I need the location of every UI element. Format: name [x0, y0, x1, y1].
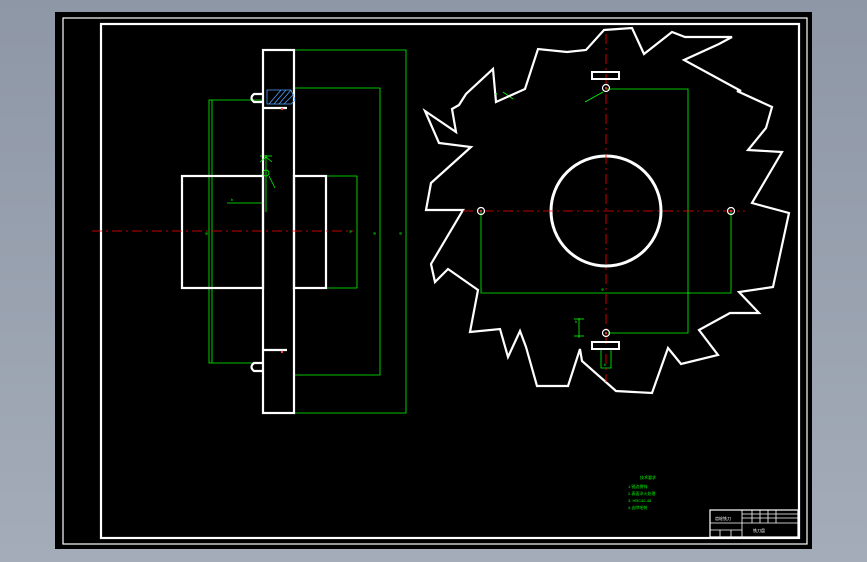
title-block-drawing-name: 铣刀盘	[753, 527, 765, 533]
bolt-hole-bottom-center	[605, 332, 607, 334]
technical-notes: 技术要求 1.锐边倒钝. 2.表面淬火处理. 3. HRC42-48 4.去除毛…	[628, 474, 656, 510]
cutter-disk-profile	[261, 48, 296, 415]
hub-left	[180, 174, 265, 290]
marker-top	[280, 107, 284, 111]
notes-title: 技术要求	[640, 474, 656, 480]
cad-drawing: Φ Φ Φ Φ b Φ h b α 技术要求 1.锐边倒钝. 2.表面淬火处理.…	[62, 17, 808, 545]
front-dim-label-keyh: h	[575, 319, 577, 324]
dim-line-mid	[295, 87, 381, 376]
bolt-hole-right-center	[730, 210, 732, 212]
dim-label-hub: Φ	[348, 230, 353, 233]
dim-label-mid: Φ	[372, 232, 377, 235]
dim-line-bore	[208, 99, 264, 364]
title-block: 齿轮铣刀 铣刀盘	[709, 509, 799, 538]
notes-line-1: 1.锐边倒钝.	[628, 483, 648, 489]
side-view: Φ Φ Φ Φ b	[92, 48, 407, 415]
front-dim-label-bore: Φ	[601, 287, 604, 292]
bolt-hole-top-center	[605, 87, 607, 89]
hub-right	[292, 174, 328, 290]
dim-label-outer: Φ	[398, 232, 403, 235]
marker-bottom	[280, 350, 284, 354]
key-slot-bottom	[591, 341, 620, 350]
dim-label-bore: Φ	[205, 231, 208, 236]
front-view: Φ h b α	[422, 26, 791, 395]
front-dim-label-keyw: b	[604, 362, 607, 367]
angle-leader	[584, 91, 604, 103]
blade-slot-bottom-2	[250, 361, 263, 373]
hatched-insert	[266, 89, 296, 105]
bolt-hole-left-center	[480, 210, 482, 212]
notes-line-2: 2.表面淬火处理.	[628, 490, 656, 496]
blade-slot-top	[250, 92, 263, 104]
notes-line-4: 4.去除毛刺	[628, 504, 647, 510]
title-block-part-name: 齿轮铣刀	[715, 515, 731, 521]
key-slot-top	[591, 71, 620, 80]
cad-viewport[interactable]: Φ Φ Φ Φ b Φ h b α 技术要求 1.锐边倒钝. 2.表面淬火处理.…	[55, 12, 812, 549]
notes-line-3: 3. HRC42-48	[628, 498, 652, 503]
dim-label-keyway: b	[231, 197, 234, 202]
inner-frame-border	[99, 22, 801, 540]
front-dim-label-angle: α	[495, 91, 498, 96]
